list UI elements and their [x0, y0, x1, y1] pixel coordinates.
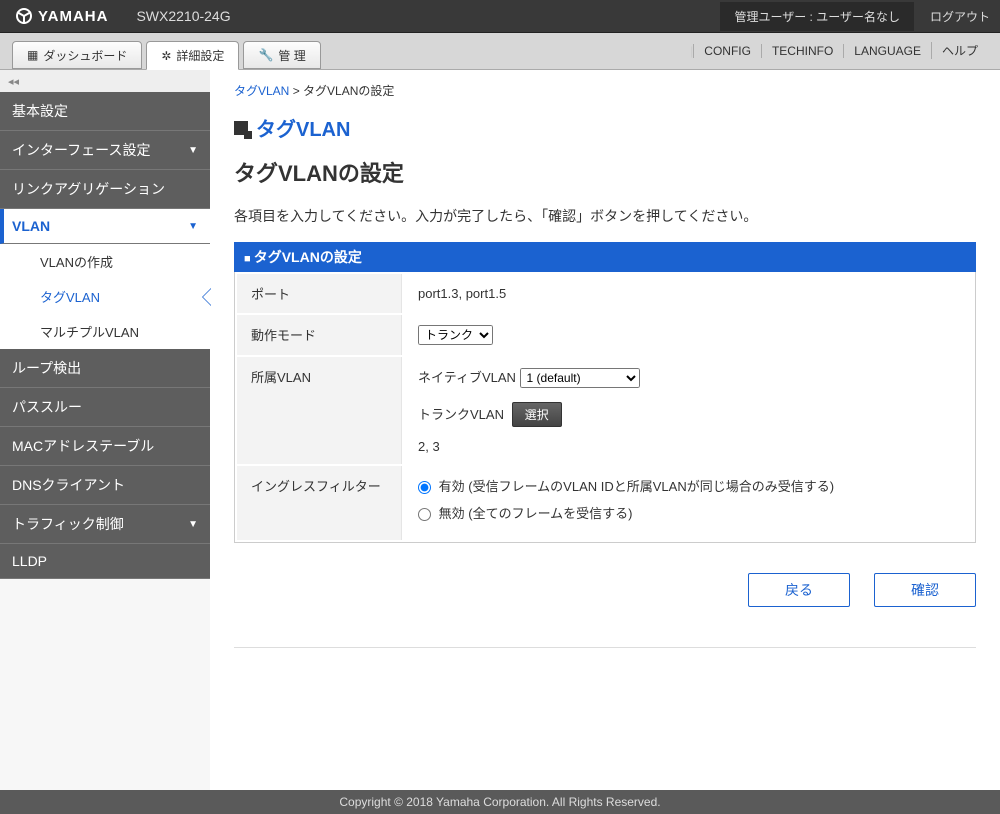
sidebar-item-traffic[interactable]: トラフィック制御▼	[0, 505, 210, 544]
trunk-vlan-select-button[interactable]: 選択	[512, 402, 562, 427]
util-techinfo[interactable]: TECHINFO	[761, 44, 843, 58]
tab-bar: ▦ ダッシュボード ✲ 詳細設定 🔧 管 理 | CONFIG TECHINFO…	[0, 33, 1000, 70]
ingress-enable-radio[interactable]	[418, 481, 431, 494]
sidebar-item-dns[interactable]: DNSクライアント	[0, 466, 210, 505]
footer: Copyright © 2018 Yamaha Corporation. All…	[0, 790, 1000, 814]
section-block-icon	[234, 121, 248, 135]
sidebar-sub-vlan-multi[interactable]: マルチプルVLAN	[0, 314, 210, 349]
action-row: 戻る 確認	[234, 573, 976, 627]
page-title: タグVLAN	[256, 113, 350, 142]
chevron-down-icon: ▼	[188, 519, 198, 530]
port-label: ポート	[237, 274, 402, 313]
page-title-row: タグVLAN	[234, 113, 976, 142]
sidebar-item-linkagg[interactable]: リンクアグリゲーション	[0, 170, 210, 209]
settings-form-table: ポート port1.3, port1.5 動作モード トランク 所属VLAN ネ…	[234, 272, 976, 543]
belong-vlan-label: 所属VLAN	[237, 357, 402, 464]
content-divider	[234, 647, 976, 648]
util-links: | CONFIG TECHINFO LANGUAGE ヘルプ	[680, 32, 988, 69]
util-language[interactable]: LANGUAGE	[843, 44, 931, 58]
trunk-vlan-values: 2, 3	[418, 439, 959, 454]
tab-dashboard-label: ダッシュボード	[43, 47, 127, 64]
tab-manage[interactable]: 🔧 管 理	[243, 41, 320, 69]
sidebar-item-loop[interactable]: ループ検出	[0, 349, 210, 388]
section-heading: タグVLANの設定	[234, 156, 976, 188]
sidebar-sub-vlan-create[interactable]: VLANの作成	[0, 244, 210, 279]
sidebar-item-lldp[interactable]: LLDP	[0, 544, 210, 579]
sidebar-item-interface[interactable]: インターフェース設定▼	[0, 131, 210, 170]
yamaha-tuning-forks-icon	[16, 8, 32, 24]
trunk-vlan-label: トランクVLAN	[418, 404, 508, 423]
tab-manage-label: 管 理	[278, 47, 305, 64]
chevron-down-icon: ▼	[188, 145, 198, 156]
sidebar-item-passthrough[interactable]: パススルー	[0, 388, 210, 427]
breadcrumb-current: タグVLANの設定	[303, 84, 394, 98]
gear-icon: ✲	[161, 49, 171, 63]
ingress-disable-radio[interactable]	[418, 508, 431, 521]
tab-dashboard[interactable]: ▦ ダッシュボード	[12, 41, 142, 69]
breadcrumb: タグVLAN > タグVLANの設定	[234, 82, 976, 99]
logout-link[interactable]: ログアウト	[930, 8, 990, 25]
device-name: SWX2210-24G	[136, 8, 230, 24]
sidebar: ◂◂ 基本設定 インターフェース設定▼ リンクアグリゲーション VLAN▼ VL…	[0, 70, 210, 790]
confirm-button[interactable]: 確認	[874, 573, 976, 607]
back-button[interactable]: 戻る	[748, 573, 850, 607]
main-layout: ◂◂ 基本設定 インターフェース設定▼ リンクアグリゲーション VLAN▼ VL…	[0, 70, 1000, 790]
ingress-enable-option[interactable]: 有効 (受信フレームのVLAN IDと所属VLANが同じ場合のみ受信する)	[418, 479, 834, 494]
wrench-icon: 🔧	[258, 48, 273, 62]
sidebar-vlan-sublist: VLANの作成 タグVLAN マルチプルVLAN	[0, 244, 210, 349]
tab-detail-label: 詳細設定	[176, 47, 224, 64]
sidebar-item-vlan[interactable]: VLAN▼	[0, 209, 210, 244]
mode-select[interactable]: トランク	[418, 325, 493, 345]
port-value: port1.3, port1.5	[404, 274, 973, 313]
header-right: 管理ユーザー : ユーザー名なし ログアウト	[720, 2, 990, 31]
brand-text: YAMAHA	[38, 8, 108, 25]
sidebar-item-basic[interactable]: 基本設定	[0, 92, 210, 131]
footer-text: Copyright © 2018 Yamaha Corporation. All…	[339, 795, 660, 809]
ingress-disable-option[interactable]: 無効 (全てのフレームを受信する)	[418, 506, 633, 521]
brand-logo: YAMAHA	[16, 8, 108, 25]
sidebar-sub-vlan-tag[interactable]: タグVLAN	[0, 279, 210, 314]
util-help[interactable]: ヘルプ	[931, 42, 988, 59]
content-area: タグVLAN > タグVLANの設定 タグVLAN タグVLANの設定 各項目を…	[210, 70, 1000, 790]
ingress-filter-label: イングレスフィルター	[237, 466, 402, 540]
admin-user-label: 管理ユーザー : ユーザー名なし	[720, 2, 914, 31]
top-header: YAMAHA SWX2210-24G 管理ユーザー : ユーザー名なし ログアウ…	[0, 0, 1000, 33]
grid-icon: ▦	[27, 48, 38, 62]
mode-label: 動作モード	[237, 315, 402, 355]
breadcrumb-parent[interactable]: タグVLAN	[234, 84, 289, 98]
tab-detail-settings[interactable]: ✲ 詳細設定	[146, 41, 239, 70]
native-vlan-select[interactable]: 1 (default)	[520, 368, 640, 388]
sidebar-item-mac[interactable]: MACアドレステーブル	[0, 427, 210, 466]
native-vlan-label: ネイティブVLAN	[418, 367, 516, 386]
util-config[interactable]: CONFIG	[693, 44, 761, 58]
panel-header: タグVLANの設定	[234, 242, 976, 272]
sidebar-collapse-handle[interactable]: ◂◂	[0, 70, 210, 92]
instruction-text: 各項目を入力してください。入力が完了したら、「確認」ボタンを押してください。	[234, 206, 976, 226]
chevron-down-icon: ▼	[188, 221, 198, 232]
